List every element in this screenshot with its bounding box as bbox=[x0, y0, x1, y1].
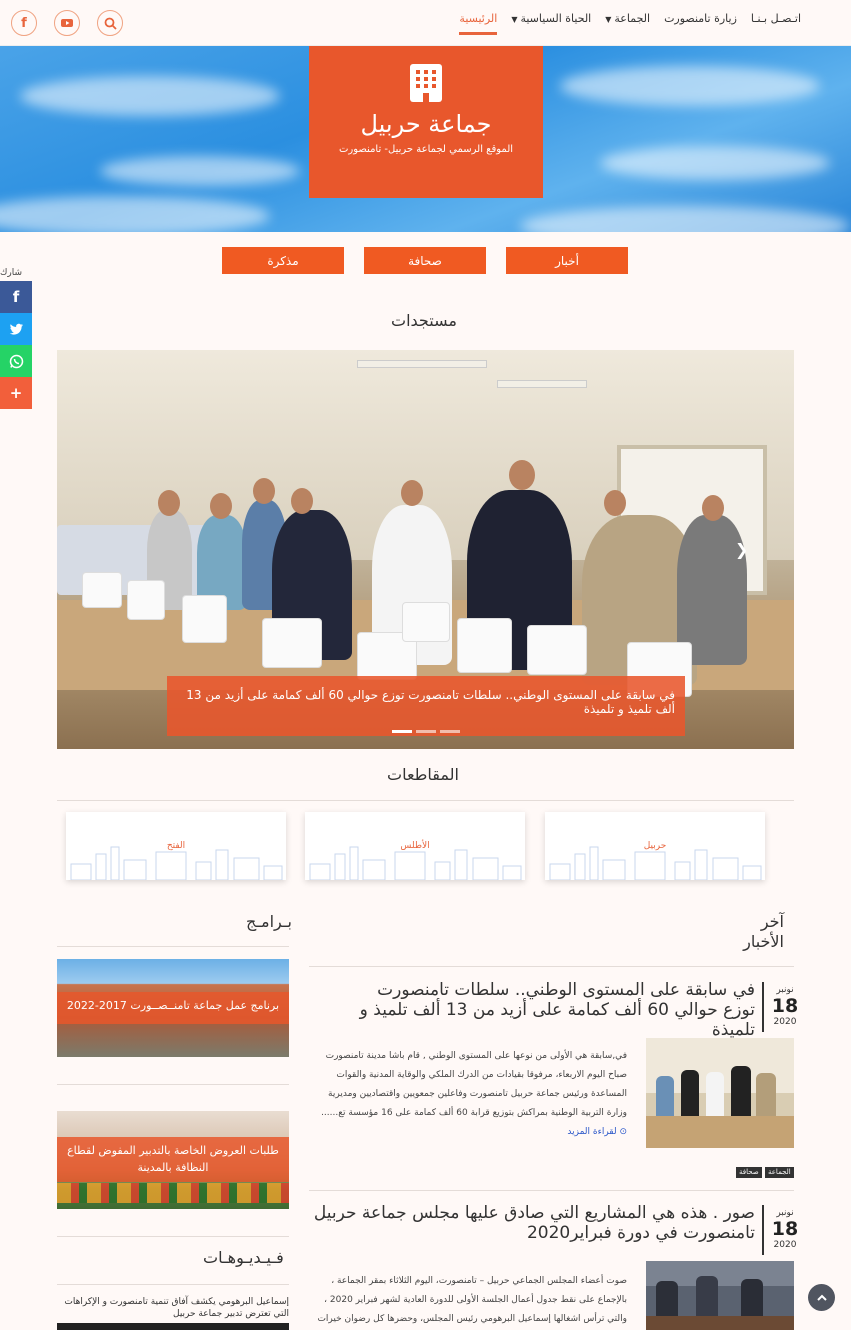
district-name: حربيل bbox=[643, 841, 667, 851]
video-title[interactable]: إسماعيل البرهومي يكشف آفاق تنمية تامنصور… bbox=[57, 1296, 289, 1320]
chevron-up-icon bbox=[816, 1294, 827, 1301]
program-card[interactable]: طلبات العروض الخاصة بالتدبير المفوض لقطا… bbox=[57, 1111, 289, 1209]
slider-dot[interactable] bbox=[416, 730, 436, 733]
category-news-button[interactable]: أخبار bbox=[506, 247, 628, 274]
divider bbox=[57, 946, 289, 947]
news-thumbnail[interactable] bbox=[646, 1261, 794, 1330]
site-subtitle: الموقع الرسمي لجماعة حربيل- تامنصورت bbox=[338, 144, 514, 155]
news-title[interactable]: صور . هذه هي المشاريع التي صادق عليها مج… bbox=[312, 1203, 755, 1243]
tag-press[interactable]: صحافة bbox=[736, 1167, 762, 1178]
nav-home[interactable]: الرئيسية bbox=[459, 12, 497, 35]
programs-heading: بـرامـج bbox=[246, 912, 292, 931]
news-day: 18 bbox=[771, 995, 799, 1017]
program-card[interactable]: برنامج عمل جماعة تامنــصــورت 2017-2022 bbox=[57, 959, 289, 1057]
divider bbox=[309, 1190, 794, 1191]
divider bbox=[57, 1084, 289, 1085]
date-divider bbox=[762, 1205, 764, 1255]
read-more-link[interactable]: ⊙ لقراءة المزيد bbox=[567, 1127, 627, 1137]
plus-icon[interactable]: + bbox=[0, 377, 32, 409]
date-divider bbox=[762, 982, 764, 1032]
videos-heading: فـيـديـوهـات bbox=[203, 1248, 284, 1267]
district-name: الفتح bbox=[166, 841, 186, 851]
scroll-to-top-button[interactable] bbox=[808, 1284, 835, 1311]
twitter-icon[interactable] bbox=[0, 313, 32, 345]
whatsapp-icon[interactable] bbox=[0, 345, 32, 377]
news-excerpt-text: في,سابقة هي الأولى من نوعها على المستوى … bbox=[321, 1051, 627, 1118]
news-month: نونبر bbox=[776, 1208, 794, 1218]
nav-visit-tamansourt[interactable]: زيارة تامنصورت bbox=[664, 12, 737, 25]
program-caption: برنامج عمل جماعة تامنــصــورت 2017-2022 bbox=[57, 992, 289, 1024]
video-thumbnail[interactable] bbox=[57, 1323, 289, 1330]
main-menu: الرئيسية الحياة السياسية▼ الجماعة▼ زيارة… bbox=[459, 12, 801, 35]
divider bbox=[57, 1236, 289, 1237]
search-icon[interactable] bbox=[97, 10, 123, 36]
news-year: 2020 bbox=[773, 1240, 797, 1250]
site-logo-box[interactable]: جماعة حربيل الموقع الرسمي لجماعة حربيل- … bbox=[309, 46, 543, 198]
nav-political-life-label: الحياة السياسية bbox=[520, 12, 592, 25]
slider-dot[interactable] bbox=[440, 730, 460, 733]
latest-news-heading: آخر الأخبار bbox=[743, 912, 784, 951]
districts-heading: المقاطعات bbox=[387, 765, 459, 784]
tag-commune[interactable]: الجماعة bbox=[765, 1167, 794, 1178]
top-navigation-bar: f الرئيسية الحياة السياسية▼ الجماعة▼ زيا… bbox=[0, 0, 851, 46]
nav-commune-label: الجماعة bbox=[614, 12, 651, 25]
chevron-down-icon: ▼ bbox=[605, 15, 612, 24]
facebook-icon[interactable]: f bbox=[11, 10, 37, 36]
program-caption: طلبات العروض الخاصة بالتدبير المفوض لقطا… bbox=[57, 1137, 289, 1182]
nav-political-life[interactable]: الحياة السياسية▼ bbox=[511, 12, 591, 25]
read-more-label: لقراءة المزيد bbox=[567, 1127, 617, 1137]
district-name: الأطلس bbox=[400, 841, 430, 851]
nav-commune[interactable]: الجماعة▼ bbox=[605, 12, 650, 25]
chevron-down-icon: ▼ bbox=[511, 15, 518, 24]
news-title[interactable]: في سابقة على المستوى الوطني.. سلطات تامن… bbox=[350, 980, 755, 1040]
divider bbox=[57, 1284, 289, 1285]
news-day: 18 bbox=[771, 1218, 799, 1240]
news-excerpt: في,سابقة هي الأولى من نوعها على المستوى … bbox=[313, 1047, 627, 1142]
news-slider[interactable]: ❯ في سابقة على المستوى الوطني.. سلطات تا… bbox=[57, 350, 794, 749]
news-thumbnail[interactable] bbox=[646, 1038, 794, 1148]
news-excerpt: صوت أعضاء المجلس الجماعي حربيل – تامنصور… bbox=[317, 1276, 627, 1324]
district-card-atlas[interactable]: الأطلس bbox=[305, 812, 525, 880]
facebook-icon[interactable]: f bbox=[0, 281, 32, 313]
district-card-fath[interactable]: الفتح bbox=[66, 812, 286, 880]
category-memo-button[interactable]: مذكرة bbox=[222, 247, 344, 274]
slide-caption[interactable]: في سابقة على المستوى الوطني.. سلطات تامن… bbox=[167, 676, 685, 736]
nav-contact[interactable]: اتـصـل بـنـا bbox=[751, 12, 801, 25]
youtube-icon[interactable] bbox=[54, 10, 80, 36]
news-month: نونبر bbox=[776, 985, 794, 995]
chevron-right-icon[interactable]: ❯ bbox=[735, 540, 748, 559]
news-date: نونبر 18 2020 bbox=[769, 1208, 801, 1250]
site-title: جماعة حربيل bbox=[360, 110, 492, 138]
slider-dot[interactable] bbox=[392, 730, 412, 733]
share-label: شارك bbox=[0, 268, 23, 278]
category-press-button[interactable]: صحافة bbox=[364, 247, 486, 274]
divider bbox=[57, 800, 794, 801]
news-date: نونبر 18 2020 bbox=[769, 985, 801, 1027]
latest-updates-heading: مستجدات bbox=[391, 311, 457, 330]
district-card-harbil[interactable]: حربيل bbox=[545, 812, 765, 880]
divider bbox=[309, 966, 794, 967]
building-icon bbox=[410, 64, 442, 102]
hero-banner: جماعة حربيل الموقع الرسمي لجماعة حربيل- … bbox=[0, 46, 851, 232]
news-year: 2020 bbox=[773, 1017, 797, 1027]
